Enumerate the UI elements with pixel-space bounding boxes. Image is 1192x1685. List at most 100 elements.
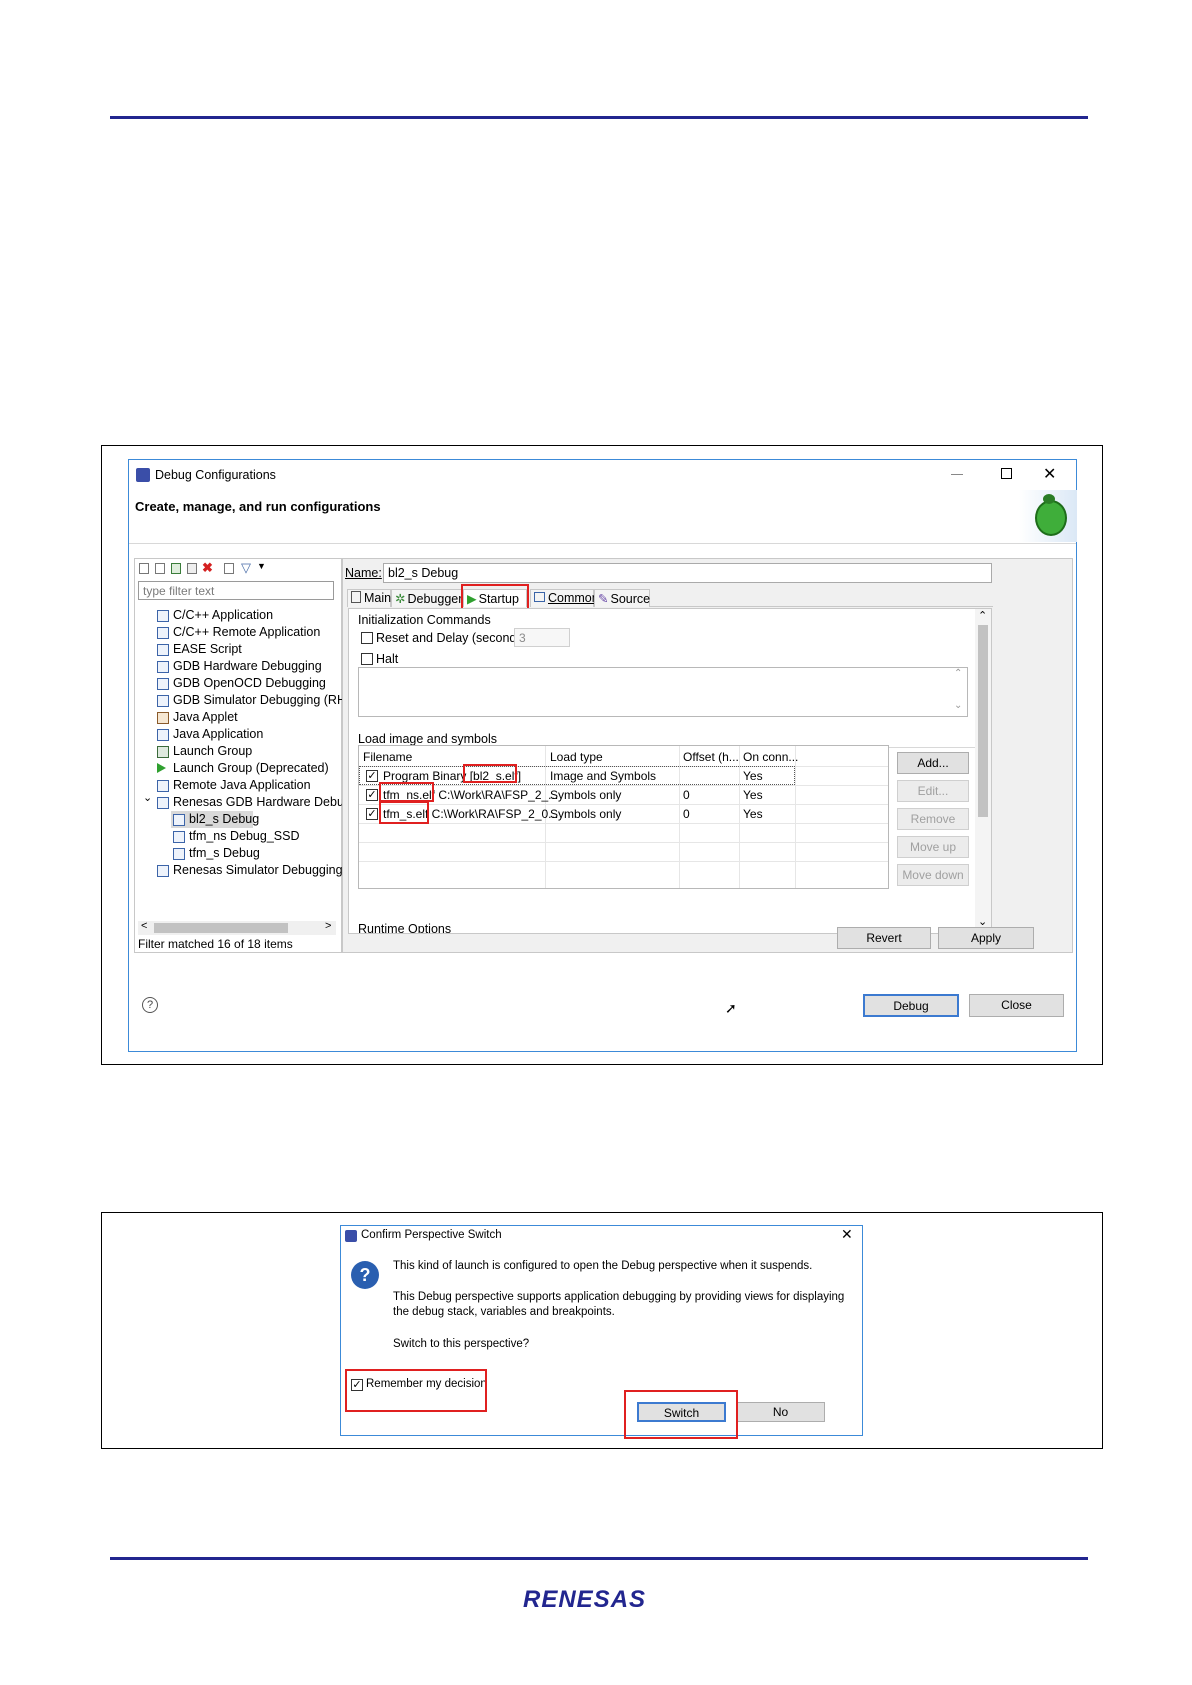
row-load-type: Image and Symbols xyxy=(550,769,657,783)
config-type-icon xyxy=(157,610,169,622)
debug-configurations-window: Debug Configurations ✕ Create, manage, a… xyxy=(128,459,1077,1052)
java-applet-icon xyxy=(157,712,169,724)
filter-input[interactable]: type filter text xyxy=(138,581,334,600)
config-type-icon xyxy=(157,780,169,792)
window-title: Debug Configurations xyxy=(155,468,276,482)
scroll-left-icon[interactable]: < xyxy=(141,920,147,932)
textarea-scroll-down-icon[interactable]: ⌄ xyxy=(954,700,962,711)
move-up-button[interactable]: Move up xyxy=(897,836,969,858)
tab-bar: Main ✲ Debugger ▶ Startup Common ✎ Source xyxy=(347,589,993,609)
row-load-type: Symbols only xyxy=(550,788,622,802)
tab-common[interactable]: Common xyxy=(530,589,599,607)
filter-icon[interactable]: ▽ xyxy=(241,560,251,576)
edit-button[interactable]: Edit... xyxy=(897,780,969,802)
reset-delay-checkbox[interactable] xyxy=(361,632,373,644)
remember-highlight xyxy=(345,1369,487,1412)
tab-source[interactable]: ✎ Source xyxy=(594,589,650,607)
minimize-icon[interactable] xyxy=(951,474,963,475)
duplicate-icon[interactable] xyxy=(187,563,197,574)
launch-group-icon xyxy=(157,746,169,758)
col-header-filename[interactable]: Filename xyxy=(363,750,412,764)
confirm-switch-window: Confirm Perspective Switch ✕ ? This kind… xyxy=(340,1225,863,1439)
config-type-icon xyxy=(157,695,169,707)
confirm-message-2: This Debug perspective supports applicat… xyxy=(393,1291,845,1318)
close-button[interactable]: Close xyxy=(969,994,1064,1017)
collapse-all-icon[interactable] xyxy=(224,563,234,574)
textarea-scroll-up-icon[interactable]: ⌃ xyxy=(954,668,962,679)
java-application-icon xyxy=(157,729,169,741)
col-header-offset[interactable]: Offset (h... xyxy=(683,750,739,764)
tfm-s-elf-highlight xyxy=(379,801,429,824)
no-button[interactable]: No xyxy=(736,1402,825,1422)
col-header-load-type[interactable]: Load type xyxy=(550,750,603,764)
add-button[interactable]: Add... xyxy=(897,752,969,774)
move-down-button[interactable]: Move down xyxy=(897,864,969,886)
revert-button[interactable]: Revert xyxy=(837,927,931,949)
expand-chevron-icon[interactable]: ⌄ xyxy=(143,791,152,804)
col-header-on-connect[interactable]: On conn... xyxy=(743,750,798,764)
header-rule xyxy=(110,116,1088,119)
bug-icon xyxy=(1019,490,1077,542)
delete-icon[interactable]: ✖ xyxy=(202,560,213,576)
halt-checkbox[interactable] xyxy=(361,653,373,665)
scroll-thumb[interactable] xyxy=(154,923,288,933)
view-menu-icon[interactable]: ▼ xyxy=(257,561,266,571)
scroll-right-icon[interactable]: > xyxy=(325,920,331,932)
switch-highlight xyxy=(624,1390,738,1439)
load-image-label: Load image and symbols xyxy=(358,732,497,746)
runtime-options-label: Runtime Options xyxy=(358,922,452,934)
common-tab-icon xyxy=(534,592,545,602)
vertical-scrollbar[interactable]: ⌃ ⌄ xyxy=(975,609,991,933)
app-icon xyxy=(345,1230,357,1242)
reset-delay-input[interactable]: 3 xyxy=(514,628,570,647)
config-icon xyxy=(173,848,185,860)
debug-button[interactable]: Debug xyxy=(863,994,959,1017)
config-type-icon xyxy=(157,644,169,656)
row-checkbox[interactable]: ✓ xyxy=(366,789,378,801)
dialog-subtitle: Create, manage, and run configurations xyxy=(135,499,381,514)
scroll-thumb[interactable] xyxy=(978,625,988,817)
name-label: Name: xyxy=(345,566,382,580)
init-commands-textarea[interactable]: ⌃ ⌄ xyxy=(358,667,968,717)
row-offset: 0 xyxy=(683,807,690,821)
apply-button[interactable]: Apply xyxy=(938,927,1034,949)
halt-label: Halt xyxy=(376,652,399,666)
filter-status: Filter matched 16 of 18 items xyxy=(138,937,293,951)
footer-rule xyxy=(110,1557,1088,1560)
name-input[interactable]: bl2_s Debug xyxy=(383,563,992,583)
config-list-panel: ✖ ▽ ▼ type filter text ⌄ C/C++ Applicati… xyxy=(134,558,361,953)
row-checkbox[interactable]: ✓ xyxy=(366,770,378,782)
reset-delay-value: 3 xyxy=(519,631,526,645)
tab-debugger[interactable]: ✲ Debugger xyxy=(391,589,463,607)
horizontal-scrollbar[interactable]: < > xyxy=(138,920,336,935)
name-value: bl2_s Debug xyxy=(388,566,459,580)
figure-debug-configurations: Debug Configurations ✕ Create, manage, a… xyxy=(101,445,1103,1065)
question-icon: ? xyxy=(351,1261,379,1289)
source-tab-icon: ✎ xyxy=(598,592,609,606)
tab-main[interactable]: Main xyxy=(347,589,391,607)
close-icon[interactable]: ✕ xyxy=(841,1226,853,1243)
new-config-icon[interactable] xyxy=(139,563,149,574)
export-icon[interactable] xyxy=(171,563,181,574)
help-icon[interactable]: ? xyxy=(142,997,158,1013)
launch-arrow-icon xyxy=(157,763,166,773)
row-checkbox[interactable]: ✓ xyxy=(366,808,378,820)
filter-placeholder: type filter text xyxy=(143,584,215,598)
tfm-ns-elf-highlight xyxy=(379,782,434,802)
row-load-type: Symbols only xyxy=(550,807,622,821)
reset-delay-label: Reset and Delay (seconds): xyxy=(376,631,531,645)
config-icon xyxy=(173,831,185,843)
close-icon[interactable]: ✕ xyxy=(1043,464,1056,484)
config-icon xyxy=(173,814,185,826)
maximize-icon[interactable] xyxy=(1001,468,1012,479)
row-on-connect: Yes xyxy=(743,788,763,802)
new-prototype-icon[interactable] xyxy=(155,563,165,574)
row-on-connect: Yes xyxy=(743,769,763,783)
scroll-up-icon[interactable]: ⌃ xyxy=(978,609,987,622)
remove-button[interactable]: Remove xyxy=(897,808,969,830)
config-detail-panel: Name: bl2_s Debug Main ✲ Debugger ▶ Startu… xyxy=(342,558,1073,953)
config-type-icon xyxy=(157,627,169,639)
row-offset: 0 xyxy=(683,788,690,802)
renesas-logo: RENESAS xyxy=(523,1586,647,1613)
main-tab-icon xyxy=(351,591,361,603)
